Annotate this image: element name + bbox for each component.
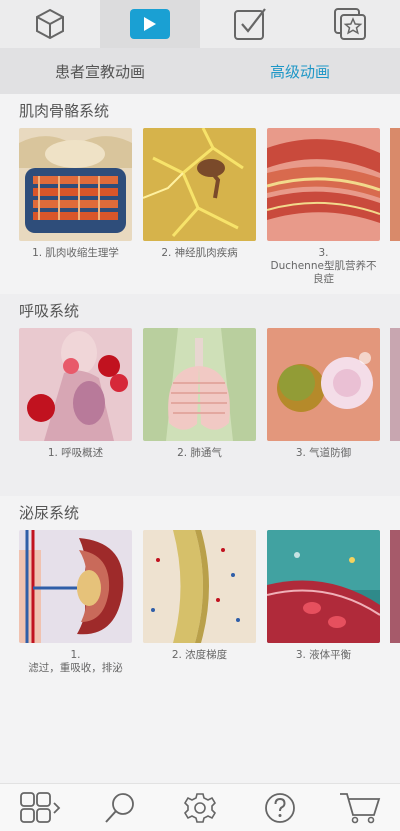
cart-button[interactable] xyxy=(335,788,385,828)
thumbnail-respiration-overview xyxy=(19,328,132,441)
animation-caption: 3. 气道防御 xyxy=(295,447,352,459)
thumbnail-concentration-gradient xyxy=(143,530,256,643)
next-thumbnail-peek xyxy=(390,128,400,241)
animation-caption: 3. 液体平衡 xyxy=(295,649,352,661)
grid-menu-button[interactable] xyxy=(15,788,65,828)
section-urinary: 泌尿系统 1. 滤过，重吸收，排泌 2. 浓度梯度 3. 液体平衡 xyxy=(0,496,400,726)
thumbnail-airway-defense xyxy=(267,328,380,441)
animation-card[interactable]: 1. 呼吸概述 xyxy=(19,328,132,460)
animation-card[interactable]: 2. 肺通气 xyxy=(143,328,256,460)
section-respiratory: 呼吸系统 1. 呼吸概述 2. 肺通气 3. 气道防御 xyxy=(0,294,400,496)
settings-gear-icon xyxy=(183,792,217,823)
animation-card[interactable]: 2. 浓度梯度 xyxy=(143,530,256,675)
thumbnail-muscle-contraction xyxy=(19,128,132,241)
section-title: 呼吸系统 xyxy=(19,302,80,320)
sub-tab-bar: 患者宣教动画 高级动画 xyxy=(0,48,400,94)
tab-3d-models[interactable] xyxy=(0,0,100,48)
top-tab-bar xyxy=(0,0,400,48)
animation-card[interactable]: 1. 滤过，重吸收，排泌 xyxy=(19,530,132,675)
search-icon xyxy=(105,792,134,823)
animation-card[interactable]: 2. 神经肌肉疾病 xyxy=(143,128,256,286)
thumbnail-duchenne xyxy=(267,128,380,241)
thumbnail-fluid-balance xyxy=(267,530,380,643)
section-title: 肌肉骨骼系统 xyxy=(19,102,110,120)
cube-icon xyxy=(36,8,64,40)
animation-card[interactable]: 1. 肌肉收缩生理学 xyxy=(19,128,132,286)
animation-card[interactable]: 3. 气道防御 xyxy=(267,328,380,460)
grid-menu-icon xyxy=(20,791,61,823)
settings-button[interactable] xyxy=(175,788,225,828)
tab-quiz[interactable] xyxy=(200,0,300,48)
tab-favorites[interactable] xyxy=(300,0,400,48)
animation-list[interactable]: 肌肉骨骼系统 1. 肌肉收缩生理学 2. 神经肌肉疾病 3. Duchenne型… xyxy=(0,94,400,784)
bottom-nav-bar xyxy=(0,783,400,831)
animation-caption: 2. 神经肌肉疾病 xyxy=(161,247,238,259)
play-icon xyxy=(130,9,170,39)
animation-caption: 2. 肺通气 xyxy=(177,447,222,459)
search-button[interactable] xyxy=(95,788,145,828)
next-thumbnail-peek xyxy=(390,328,400,441)
checkbox-icon xyxy=(234,8,266,40)
section-musculoskeletal: 肌肉骨骼系统 1. 肌肉收缩生理学 2. 神经肌肉疾病 3. Duchenne型… xyxy=(0,94,400,294)
animation-caption: 1. 肌肉收缩生理学 xyxy=(32,247,119,259)
animation-caption: 1. 滤过，重吸收，排泌 xyxy=(28,649,123,674)
tab-patient-education[interactable]: 患者宣教动画 xyxy=(0,48,200,94)
tab-animations[interactable] xyxy=(100,0,200,48)
cart-icon xyxy=(340,792,381,823)
animation-caption: 1. 呼吸概述 xyxy=(47,447,104,459)
help-button[interactable] xyxy=(255,788,305,828)
star-icon xyxy=(334,8,366,40)
section-title: 泌尿系统 xyxy=(19,504,80,522)
tab-advanced-animations[interactable]: 高级动画 xyxy=(200,48,400,94)
thumbnail-neuromuscular xyxy=(143,128,256,241)
thumbnail-filtration xyxy=(19,530,132,643)
help-icon xyxy=(265,792,295,823)
animation-card[interactable]: 3. Duchenne型肌营养不良症 xyxy=(267,128,380,286)
animation-caption: 2. 浓度梯度 xyxy=(171,649,228,661)
animation-caption: 3. Duchenne型肌营养不良症 xyxy=(270,247,377,285)
next-thumbnail-peek xyxy=(390,530,400,643)
thumbnail-pulmonary-ventilation xyxy=(143,328,256,441)
animation-card[interactable]: 3. 液体平衡 xyxy=(267,530,380,675)
